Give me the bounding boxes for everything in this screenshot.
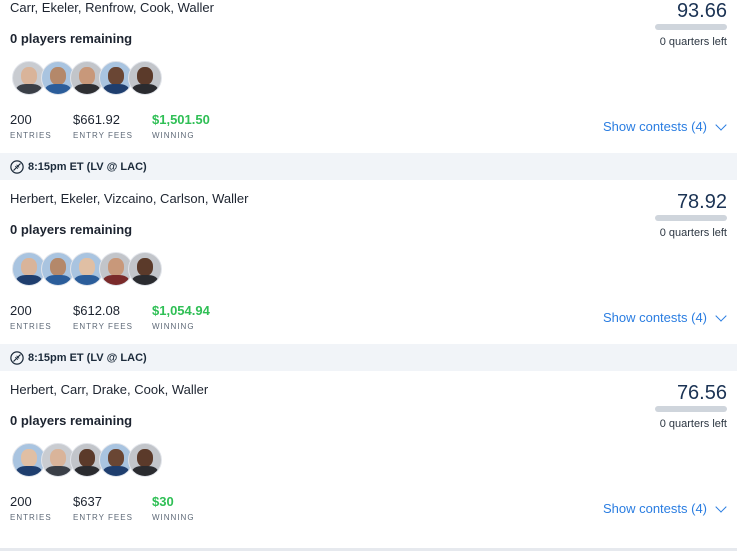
entries-label: ENTRIES bbox=[10, 322, 52, 331]
quarters-left: 0 quarters left bbox=[659, 227, 727, 239]
fees-value: $637 bbox=[73, 494, 102, 509]
players-remaining: 0 players remaining bbox=[10, 222, 133, 237]
fees-label: ENTRY FEES bbox=[73, 131, 133, 140]
entries-label: ENTRIES bbox=[10, 131, 52, 140]
fees-stat: $637 ENTRY FEES bbox=[73, 494, 133, 522]
entries-stat: 200 ENTRIES bbox=[10, 303, 52, 331]
winning-label: WINNING bbox=[152, 322, 195, 331]
winning-stat: $1,501.50 WINNING bbox=[152, 112, 210, 140]
progress-bar bbox=[655, 24, 727, 30]
players-remaining: 0 players remaining bbox=[10, 413, 133, 428]
player-avatars bbox=[12, 252, 162, 286]
show-contests-label: Show contests (4) bbox=[602, 119, 707, 134]
chevron-down-icon bbox=[715, 309, 727, 322]
lineup-card-2: Herbert, Ekeler, Vizcaino, Carlson, Wall… bbox=[0, 180, 737, 331]
fees-stat: $661.92 ENTRY FEES bbox=[73, 112, 133, 140]
fees-label: ENTRY FEES bbox=[73, 322, 133, 331]
football-icon bbox=[10, 350, 24, 365]
football-icon bbox=[10, 159, 24, 174]
players-remaining: 0 players remaining bbox=[10, 31, 133, 46]
quarters-left: 0 quarters left bbox=[659, 418, 727, 430]
show-contests-button[interactable]: Show contests (4) bbox=[602, 500, 727, 516]
entries-value: 200 bbox=[10, 303, 32, 318]
entries-value: 200 bbox=[10, 494, 32, 509]
show-contests-label: Show contests (4) bbox=[602, 501, 707, 516]
winning-stat: $1,054.94 WINNING bbox=[152, 303, 210, 331]
chevron-down-icon bbox=[715, 118, 727, 131]
lineup-players: Herbert, Carr, Drake, Cook, Waller bbox=[10, 382, 209, 397]
winning-value: $1,501.50 bbox=[152, 112, 210, 127]
game-header-3: 8:15pm ET (LV @ LAC) bbox=[0, 344, 737, 371]
fees-value: $612.08 bbox=[73, 303, 120, 318]
show-contests-label: Show contests (4) bbox=[602, 310, 707, 325]
avatar bbox=[128, 443, 162, 477]
player-avatars bbox=[12, 61, 162, 95]
quarters-left: 0 quarters left bbox=[659, 36, 727, 48]
entries-label: ENTRIES bbox=[10, 513, 52, 522]
show-contests-button[interactable]: Show contests (4) bbox=[602, 309, 727, 325]
game-time: 8:15pm ET (LV @ LAC) bbox=[28, 351, 147, 364]
lineup-score: 93.66 bbox=[676, 0, 727, 22]
entries-stat: 200 ENTRIES bbox=[10, 112, 52, 140]
show-contests-button[interactable]: Show contests (4) bbox=[602, 118, 727, 134]
lineup-score: 78.92 bbox=[676, 191, 727, 213]
game-time: 8:15pm ET (LV @ LAC) bbox=[28, 160, 147, 173]
winning-label: WINNING bbox=[152, 131, 195, 140]
avatar bbox=[128, 252, 162, 286]
winning-value: $1,054.94 bbox=[152, 303, 210, 318]
winning-value: $30 bbox=[152, 494, 174, 509]
lineup-card-3: Herbert, Carr, Drake, Cook, Waller 0 pla… bbox=[0, 371, 737, 522]
progress-bar bbox=[655, 215, 727, 221]
fees-value: $661.92 bbox=[73, 112, 120, 127]
lineup-players: Carr, Ekeler, Renfrow, Cook, Waller bbox=[10, 0, 214, 15]
entries-value: 200 bbox=[10, 112, 32, 127]
avatar bbox=[128, 61, 162, 95]
winning-label: WINNING bbox=[152, 513, 195, 522]
fees-stat: $612.08 ENTRY FEES bbox=[73, 303, 133, 331]
lineup-score: 76.56 bbox=[676, 382, 727, 404]
game-header-2: 8:15pm ET (LV @ LAC) bbox=[0, 153, 737, 180]
winning-stat: $30 WINNING bbox=[152, 494, 195, 522]
entries-stat: 200 ENTRIES bbox=[10, 494, 52, 522]
player-avatars bbox=[12, 443, 162, 477]
lineup-players: Herbert, Ekeler, Vizcaino, Carlson, Wall… bbox=[10, 191, 249, 206]
chevron-down-icon bbox=[715, 500, 727, 513]
progress-bar bbox=[655, 406, 727, 412]
fees-label: ENTRY FEES bbox=[73, 513, 133, 522]
lineup-card-1: Carr, Ekeler, Renfrow, Cook, Waller 0 pl… bbox=[0, 0, 737, 150]
